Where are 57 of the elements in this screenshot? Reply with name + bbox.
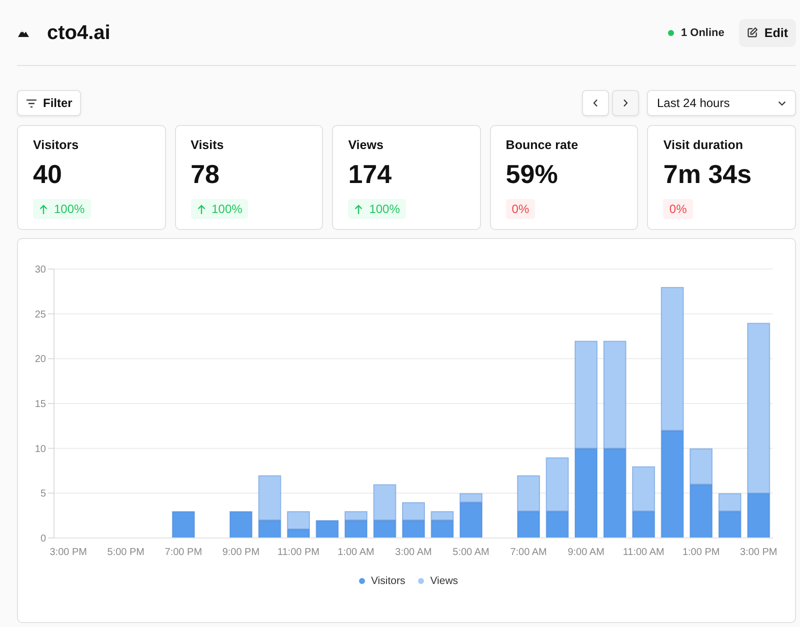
- stat-label: Visits: [190, 138, 225, 152]
- chart-bar: [229, 511, 252, 538]
- filter-button[interactable]: Filter: [17, 90, 82, 116]
- chart-bar: [316, 520, 339, 538]
- stat-value: 40: [33, 159, 63, 189]
- y-axis-label: 20: [34, 354, 46, 366]
- chart-bar: [172, 511, 195, 538]
- chevron-right-icon: [623, 99, 628, 107]
- change-value: 0%: [669, 202, 687, 216]
- stat-value: 78: [190, 159, 221, 189]
- x-axis-label: 5:00 AM: [452, 547, 490, 558]
- x-axis-label: 7:00 PM: [164, 547, 202, 558]
- stat-label: Visitors: [33, 138, 80, 152]
- next-button[interactable]: [612, 90, 639, 116]
- chart-bar: [517, 475, 540, 512]
- x-axis-label: 7:00 AM: [510, 547, 547, 558]
- edit-button[interactable]: Edit: [739, 18, 796, 46]
- x-axis-label: 3:00 PM: [740, 547, 778, 558]
- chart-bar: [402, 520, 425, 538]
- change-value: 100%: [369, 202, 400, 216]
- x-axis-label: 9:00 AM: [568, 547, 604, 558]
- change-value: 0%: [512, 202, 530, 216]
- x-axis-label: 1:00 PM: [682, 547, 720, 558]
- stat-label: Views: [348, 138, 384, 152]
- y-axis-label: 5: [40, 488, 46, 500]
- stat-label: Bounce rate: [506, 138, 580, 152]
- stat-label: Visit duration: [663, 138, 744, 152]
- chevron-left-icon: [593, 99, 598, 107]
- chevron-down-icon: [778, 100, 786, 106]
- x-axis-label: 9:00 PM: [222, 547, 260, 558]
- change-value: 100%: [212, 202, 242, 216]
- stat-value: 174: [348, 159, 393, 189]
- stat-value: 7m 34s: [663, 159, 753, 189]
- x-axis-label: 3:00 AM: [395, 547, 432, 558]
- x-axis-label: 11:00 PM: [277, 547, 320, 558]
- change-value: 100%: [54, 202, 85, 216]
- filter-icon: [26, 98, 37, 108]
- edit-icon: [747, 27, 758, 38]
- site-title: cto4.ai: [47, 20, 110, 44]
- y-axis-label: 25: [34, 309, 46, 320]
- legend-label: Visitors: [370, 575, 406, 587]
- mountain-icon: [18, 28, 29, 36]
- x-axis-label: 3:00 PM: [50, 547, 87, 558]
- chart-bar: [517, 511, 540, 538]
- previous-button[interactable]: [582, 90, 609, 116]
- chart-bar: [402, 502, 425, 521]
- y-axis-label: 0: [40, 534, 46, 544]
- y-axis-label: 15: [34, 399, 46, 410]
- y-axis-label: 10: [34, 444, 46, 455]
- online-count: 1 Online: [680, 26, 724, 38]
- time-range-select[interactable]: Last 24 hours: [647, 90, 796, 116]
- x-axis-label: 1:00 AM: [338, 547, 374, 558]
- x-axis-label: 11:00 AM: [622, 547, 664, 558]
- legend-label: Views: [430, 575, 458, 587]
- y-axis-label: 30: [34, 264, 46, 276]
- stat-value: 59%: [506, 159, 559, 189]
- x-axis-label: 5:00 PM: [107, 547, 145, 558]
